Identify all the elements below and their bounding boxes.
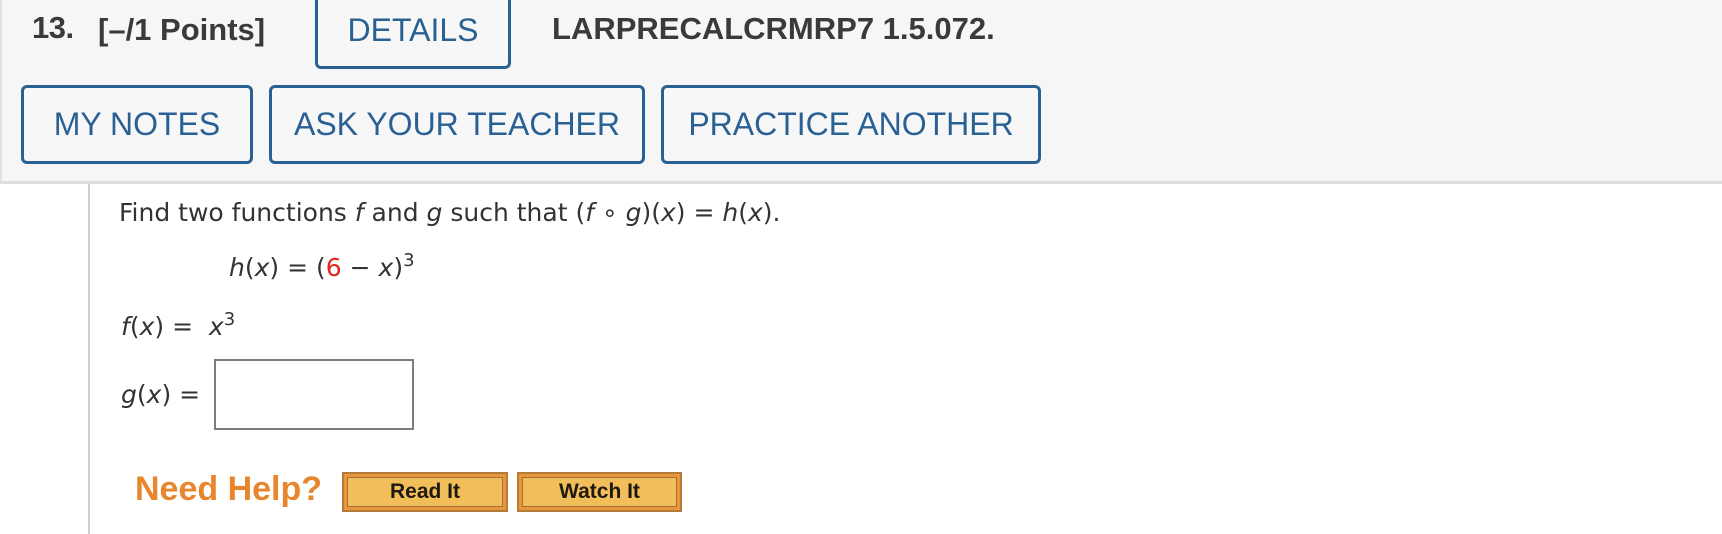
var-g: g xyxy=(426,198,443,227)
math-text: ( xyxy=(136,380,147,409)
var-x: x xyxy=(146,380,162,409)
var-x: x xyxy=(748,198,763,227)
need-help-label: Need Help? xyxy=(135,470,323,508)
randomized-constant: 6 xyxy=(325,253,342,282)
content-divider xyxy=(88,184,90,534)
math-text: − xyxy=(341,253,379,282)
exponent: 3 xyxy=(223,309,236,331)
math-text: ) xyxy=(393,253,404,282)
practice-another-button[interactable]: PRACTICE ANOTHER xyxy=(661,85,1041,164)
var-x: x xyxy=(208,312,224,341)
var-h: h xyxy=(229,253,245,282)
var-f: f xyxy=(354,198,364,227)
f-given-equation: f(x) = x3 xyxy=(121,309,236,341)
ask-your-teacher-button[interactable]: ASK YOUR TEACHER xyxy=(269,85,645,164)
prompt-text: )( xyxy=(641,198,661,227)
var-x: x xyxy=(660,198,676,227)
watch-it-button[interactable]: Watch It xyxy=(517,472,682,512)
var-f: f xyxy=(121,312,130,341)
var-g: g xyxy=(625,198,642,227)
g-answer-label: g(x) = xyxy=(121,380,200,409)
details-button[interactable]: DETAILS xyxy=(315,0,511,69)
math-text: ( xyxy=(244,253,255,282)
exponent: 3 xyxy=(403,250,415,272)
math-text: ) = ( xyxy=(269,253,326,282)
prompt-text: Find two functions xyxy=(119,198,355,227)
g-answer-input[interactable] xyxy=(214,359,414,430)
var-x: x xyxy=(139,312,155,341)
question-number: 13. xyxy=(32,10,74,45)
var-h: h xyxy=(722,198,739,227)
var-f: f xyxy=(585,198,595,227)
math-text: ) = xyxy=(154,312,209,341)
read-it-button[interactable]: Read It xyxy=(342,472,508,512)
question-header: 13. [–/1 Points] DETAILS LARPRECALCRMRP7… xyxy=(0,0,1722,184)
prompt-text: ( xyxy=(738,198,748,227)
points-label: [–/1 Points] xyxy=(98,12,266,47)
prompt-text: such that ( xyxy=(442,198,586,227)
prompt-text: and xyxy=(363,198,427,227)
my-notes-button[interactable]: MY NOTES xyxy=(21,85,253,164)
var-x: x xyxy=(254,253,270,282)
given-h-equation: h(x) = (6 − x)3 xyxy=(229,250,415,282)
var-g: g xyxy=(121,380,137,409)
prompt-text: ). xyxy=(762,198,781,227)
math-text: ) = xyxy=(161,380,201,409)
var-x: x xyxy=(378,253,394,282)
assignment-code: LARPRECALCRMRP7 1.5.072. xyxy=(552,11,995,46)
prompt-text: ) = xyxy=(675,198,723,227)
question-prompt: Find two functions f and g such that (f … xyxy=(119,198,781,227)
math-text: ( xyxy=(129,312,140,341)
compose-operator: ∘ xyxy=(594,198,626,227)
